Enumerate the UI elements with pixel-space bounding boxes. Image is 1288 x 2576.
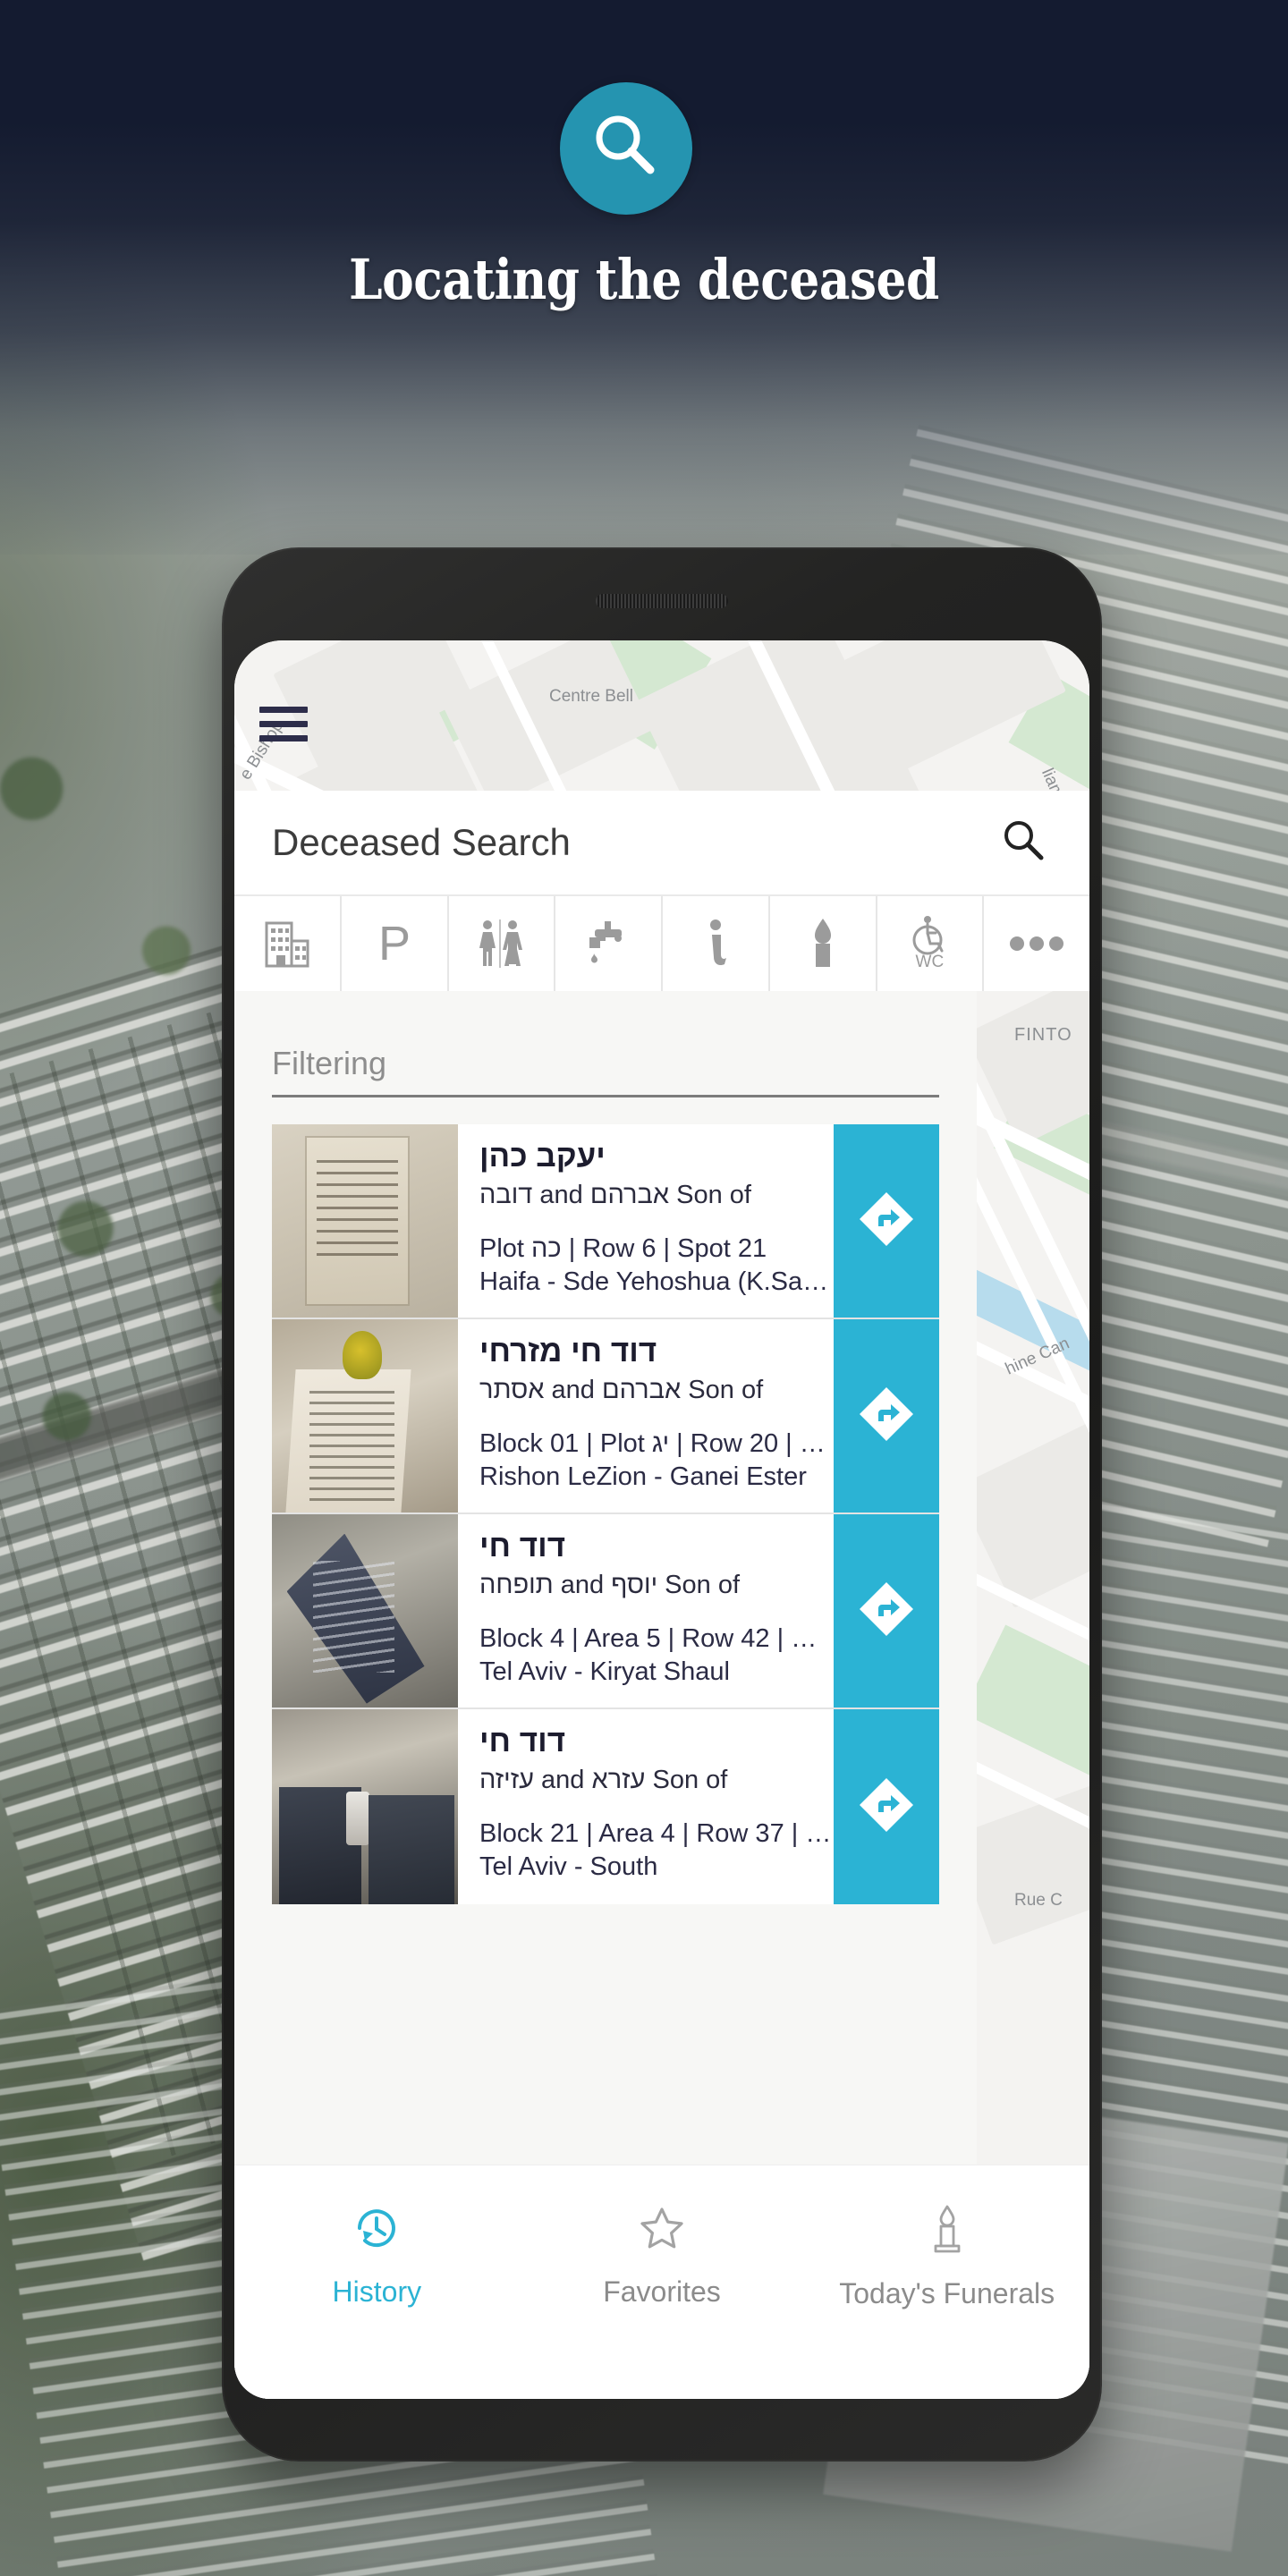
- map-label: FINTO: [1014, 1025, 1072, 1045]
- grave-location: Plot כה | Row 6 | Spot 21: [479, 1234, 767, 1264]
- list-item[interactable]: יעקב כהן Son of אברהם and דובה Plot כה |…: [272, 1124, 939, 1319]
- list-item-body: דוד חי Son of עזרא and עזיזה Block 21 | …: [458, 1709, 834, 1904]
- toolbar-item-water[interactable]: [554, 896, 661, 991]
- map-park: [962, 1624, 1089, 1776]
- cemetery-name: Tel Aviv - Kiryat Shaul: [479, 1657, 730, 1687]
- navigate-button[interactable]: [834, 1514, 939, 1707]
- info-icon: [697, 917, 734, 970]
- cemetery-name: Haifa - Sde Yehoshua (K.Samir): [479, 1267, 834, 1297]
- list-item[interactable]: דוד חי מזרחי Son of אברהם and אסתר Block…: [272, 1319, 939, 1514]
- candle-icon: [805, 917, 841, 970]
- restrooms-icon: [475, 918, 527, 970]
- grave-photo: [272, 1709, 458, 1904]
- list-item-body: דוד חי מזרחי Son of אברהם and אסתר Block…: [458, 1319, 834, 1513]
- history-clock-icon: [351, 2203, 402, 2259]
- grave-location: Block 21 | Area 4 | Row 37 | Plot 25+…: [479, 1819, 834, 1849]
- nav-item-favorites[interactable]: Favorites: [520, 2203, 805, 2309]
- accessible-wc-icon: WC: [906, 915, 953, 972]
- wc-label: WC: [915, 953, 945, 971]
- navigate-button[interactable]: [834, 1319, 939, 1513]
- star-icon: [636, 2203, 688, 2259]
- navigate-icon: [857, 1385, 916, 1448]
- grave-plant: [343, 1330, 383, 1379]
- deceased-name: דוד חי: [479, 1724, 566, 1758]
- water-tap-icon: [582, 918, 634, 970]
- navigate-button[interactable]: [834, 1124, 939, 1318]
- grave-location: Block 4 | Area 5 | Row 42 | Plot 12: [479, 1624, 834, 1654]
- grave-location: Block 01 | Plot יג | Row 20 | Spot 4: [479, 1429, 834, 1459]
- nav-label-history: History: [332, 2275, 422, 2308]
- navigate-icon: [857, 1580, 916, 1643]
- toolbar-item-buildings[interactable]: [234, 896, 340, 991]
- search-icon: [588, 108, 665, 190]
- list-item[interactable]: דוד חי Son of עזרא and עזיזה Block 21 | …: [272, 1709, 939, 1904]
- hamburger-menu-icon[interactable]: [259, 707, 308, 741]
- cemetery-name: Tel Aviv - South: [479, 1852, 658, 1882]
- deceased-parents: Son of יוסף and תופחה: [479, 1571, 740, 1600]
- memorial-candle: [346, 1791, 370, 1845]
- building-icon: [263, 918, 311, 970]
- svg-text:P: P: [378, 917, 411, 970]
- deceased-parents: Son of אברהם and אסתר: [479, 1376, 764, 1405]
- navigate-button[interactable]: [834, 1709, 939, 1904]
- page-title: Locating the deceased: [349, 247, 939, 312]
- facility-toolbar[interactable]: P WC: [234, 894, 1089, 991]
- deceased-name: דוד חי: [479, 1529, 566, 1563]
- hamburger-bar: [259, 735, 308, 741]
- toolbar-item-restrooms[interactable]: [446, 896, 555, 991]
- magnifier-icon[interactable]: [998, 816, 1048, 870]
- deceased-parents: Son of עזרא and עזיזה: [479, 1766, 728, 1795]
- nav-item-history[interactable]: History: [234, 2203, 520, 2309]
- navigate-icon: [857, 1190, 916, 1253]
- list-item[interactable]: דוד חי Son of יוסף and תופחה Block 4 | A…: [272, 1514, 939, 1709]
- deceased-name: יעקב כהן: [479, 1139, 606, 1174]
- bottom-navigation: History Favorites Today's Funerals: [234, 2165, 1089, 2399]
- app-logo-circle: [560, 82, 692, 215]
- deceased-search-bar[interactable]: Deceased Search: [234, 791, 1089, 894]
- toolbar-item-more[interactable]: [982, 896, 1089, 991]
- phone-screen: e Bishop Centre Bell liam St FINTO hine …: [234, 640, 1089, 2399]
- list-item-body: דוד חי Son of יוסף and תופחה Block 4 | A…: [458, 1514, 834, 1707]
- toolbar-item-info[interactable]: [661, 896, 768, 991]
- toolbar-item-parking[interactable]: P: [339, 896, 447, 991]
- toolbar-item-candle[interactable]: [767, 896, 876, 991]
- nav-label-favorites: Favorites: [603, 2275, 721, 2308]
- navigate-icon: [857, 1775, 916, 1839]
- parking-icon: P: [375, 917, 414, 970]
- nav-item-todays-funerals[interactable]: Today's Funerals: [804, 2203, 1089, 2310]
- search-title: Deceased Search: [272, 821, 571, 863]
- cemetery-name: Rishon LeZion - Ganei Ester: [479, 1462, 807, 1492]
- deceased-parents: Son of אברהם and דובה: [479, 1181, 751, 1210]
- phone-speaker: [596, 594, 728, 608]
- filter-field-wrapper: [272, 1045, 939, 1097]
- nav-label-todays-funerals: Today's Funerals: [839, 2277, 1055, 2309]
- grave-photo: [272, 1514, 458, 1707]
- grave-photo: [272, 1124, 458, 1318]
- deceased-name: דוד חי מזרחי: [479, 1334, 657, 1368]
- filter-input[interactable]: [272, 1045, 939, 1097]
- phone-mockup: e Bishop Centre Bell liam St FINTO hine …: [222, 547, 1102, 2462]
- map-label: Centre Bell: [549, 687, 633, 706]
- map-label: Rue C: [1014, 1891, 1063, 1910]
- list-item-body: יעקב כהן Son of אברהם and דובה Plot כה |…: [458, 1124, 834, 1318]
- candle-icon: [924, 2203, 970, 2261]
- hamburger-bar: [259, 707, 308, 713]
- results-list: יעקב כהן Son of אברהם and דובה Plot כה |…: [272, 1124, 939, 1904]
- grave-photo: [272, 1319, 458, 1513]
- hamburger-bar: [259, 721, 308, 727]
- more-icon: [1009, 935, 1064, 953]
- hero-header: Locating the deceased: [0, 0, 1288, 555]
- toolbar-item-accessible-wc[interactable]: WC: [875, 896, 983, 991]
